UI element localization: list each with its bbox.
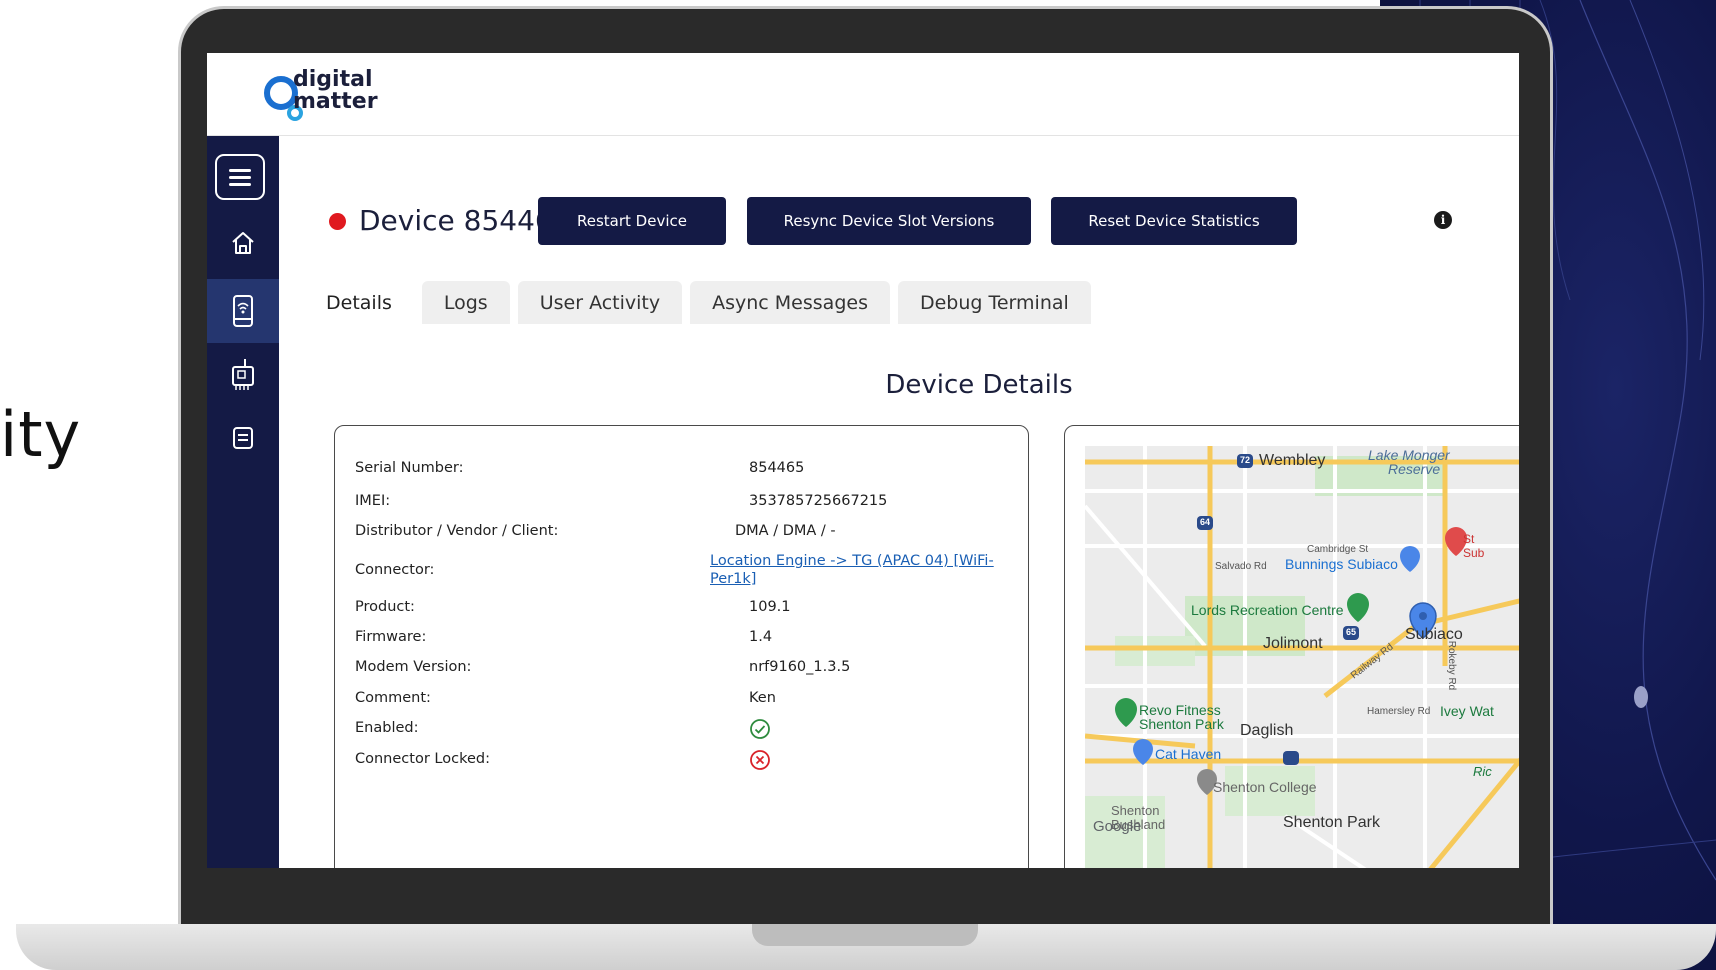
tab-debug-terminal[interactable]: Debug Terminal [897, 281, 1091, 324]
app-screen: digital matter Device 854465 Restart Dev… [207, 53, 1519, 868]
map-label-rokeby-rd: Rokeby Rd [1446, 640, 1458, 691]
tab-logs[interactable]: Logs [421, 281, 510, 324]
sidebar-item-reports[interactable] [207, 406, 279, 470]
tab-async-messages[interactable]: Async Messages [690, 281, 890, 324]
main-content: Device 854465 Restart Device Resync Devi… [279, 136, 1519, 868]
tracker-device-icon [232, 359, 254, 390]
map-label-salvado-rd: Salvado Rd [1215, 561, 1267, 572]
tab-details[interactable]: Details [304, 281, 414, 324]
sidebar-item-home[interactable] [207, 211, 279, 275]
map-label-sub: Sub [1463, 546, 1485, 560]
map-label-shenton-college: Shenton College [1213, 779, 1317, 795]
menu-toggle-button[interactable] [215, 154, 265, 200]
tab-user-activity[interactable]: User Activity [517, 281, 683, 324]
map-label-ric: Ric [1473, 764, 1492, 779]
location-map[interactable]: Wembley Lake Monger Reserve Cambridge St… [1085, 446, 1519, 868]
route-64: 64 [1200, 517, 1211, 527]
map-label-jolimont: Jolimont [1263, 635, 1323, 652]
detail-row-connector: Connector: Location Engine -> TG (APAC 0… [335, 552, 1030, 592]
firmware-value: 1.4 [749, 629, 773, 645]
map-label-revo-fitness: Revo Fitness [1139, 702, 1221, 718]
distributor-value: DMA / DMA / - [735, 523, 836, 539]
dot-indicator [1634, 686, 1648, 708]
map-label-daglish: Daglish [1240, 722, 1294, 739]
map-label-st: St [1463, 532, 1475, 546]
product-label: Product: [355, 599, 415, 615]
restart-device-button[interactable]: Restart Device [538, 197, 726, 245]
section-title: Device Details [885, 370, 1073, 400]
map-label-lake-monger: Lake Monger [1368, 447, 1450, 463]
serial-value: 854465 [749, 460, 805, 476]
distributor-label: Distributor / Vendor / Client: [355, 523, 559, 539]
resync-device-slot-versions-button[interactable]: Resync Device Slot Versions [747, 197, 1031, 245]
connector-locked-label: Connector Locked: [355, 751, 490, 767]
x-circle-icon [749, 749, 771, 775]
map-label-lords: Lords Recreation Centre [1191, 602, 1344, 618]
map-label-wembley: Wembley [1259, 452, 1326, 469]
info-icon[interactable]: i [1434, 211, 1452, 229]
enabled-label: Enabled: [355, 720, 419, 736]
comment-label: Comment: [355, 690, 431, 706]
hamburger-icon [229, 169, 251, 186]
firmware-label: Firmware: [355, 629, 427, 645]
device-details-card: Serial Number: 854465 IMEI: 353785725667… [334, 425, 1029, 868]
map-label-hamersley-rd: Hamersley Rd [1367, 706, 1431, 717]
sidebar-item-hardware[interactable] [207, 343, 279, 407]
map-label-cat-haven: Cat Haven [1155, 746, 1222, 762]
check-circle-icon [749, 718, 771, 744]
map-label-reserve: Reserve [1388, 461, 1441, 477]
tab-bar: Details Logs User Activity Async Message… [304, 281, 1099, 324]
map-label-ivey: Ivey Wat [1440, 703, 1494, 719]
route-72: 72 [1240, 455, 1251, 465]
side-heading-fragment: ity [0, 398, 82, 471]
device-status-dot [329, 213, 346, 230]
comment-value: Ken [749, 690, 776, 706]
imei-value: 353785725667215 [749, 493, 888, 509]
modem-value: nrf9160_1.3.5 [749, 659, 851, 675]
reset-device-statistics-button[interactable]: Reset Device Statistics [1051, 197, 1297, 245]
logo-line-2: matter [293, 89, 378, 114]
home-icon [232, 232, 254, 254]
sidebar-item-devices[interactable] [207, 279, 279, 343]
device-wifi-icon [233, 295, 253, 327]
top-bar: digital matter [207, 53, 1519, 136]
google-logo: Google [1093, 818, 1142, 835]
imei-label: IMEI: [355, 493, 391, 509]
logo-line-1: digital [293, 67, 373, 92]
map-label-bunnings: Bunnings Subiaco [1285, 556, 1398, 572]
laptop-notch [752, 924, 978, 946]
logo-text: digital matter [293, 69, 378, 113]
serial-label: Serial Number: [355, 460, 464, 476]
connector-link[interactable]: Location Engine -> TG (APAC 04) [WiFi-Pe… [710, 552, 1010, 588]
left-sidebar [207, 136, 279, 868]
product-value: 109.1 [749, 599, 791, 615]
route-65: 65 [1346, 627, 1357, 637]
map-label-cambridge-st: Cambridge St [1307, 544, 1369, 555]
modem-label: Modem Version: [355, 659, 472, 675]
connector-label: Connector: [355, 562, 435, 578]
location-map-card: Wembley Lake Monger Reserve Cambridge St… [1064, 425, 1519, 868]
document-list-icon [233, 427, 253, 449]
map-label-shenton-park: Shenton Park [1283, 814, 1380, 831]
map-label-shenton-bushland-1: Shenton [1111, 803, 1160, 818]
map-label-revo-shenton: Shenton Park [1139, 716, 1224, 732]
